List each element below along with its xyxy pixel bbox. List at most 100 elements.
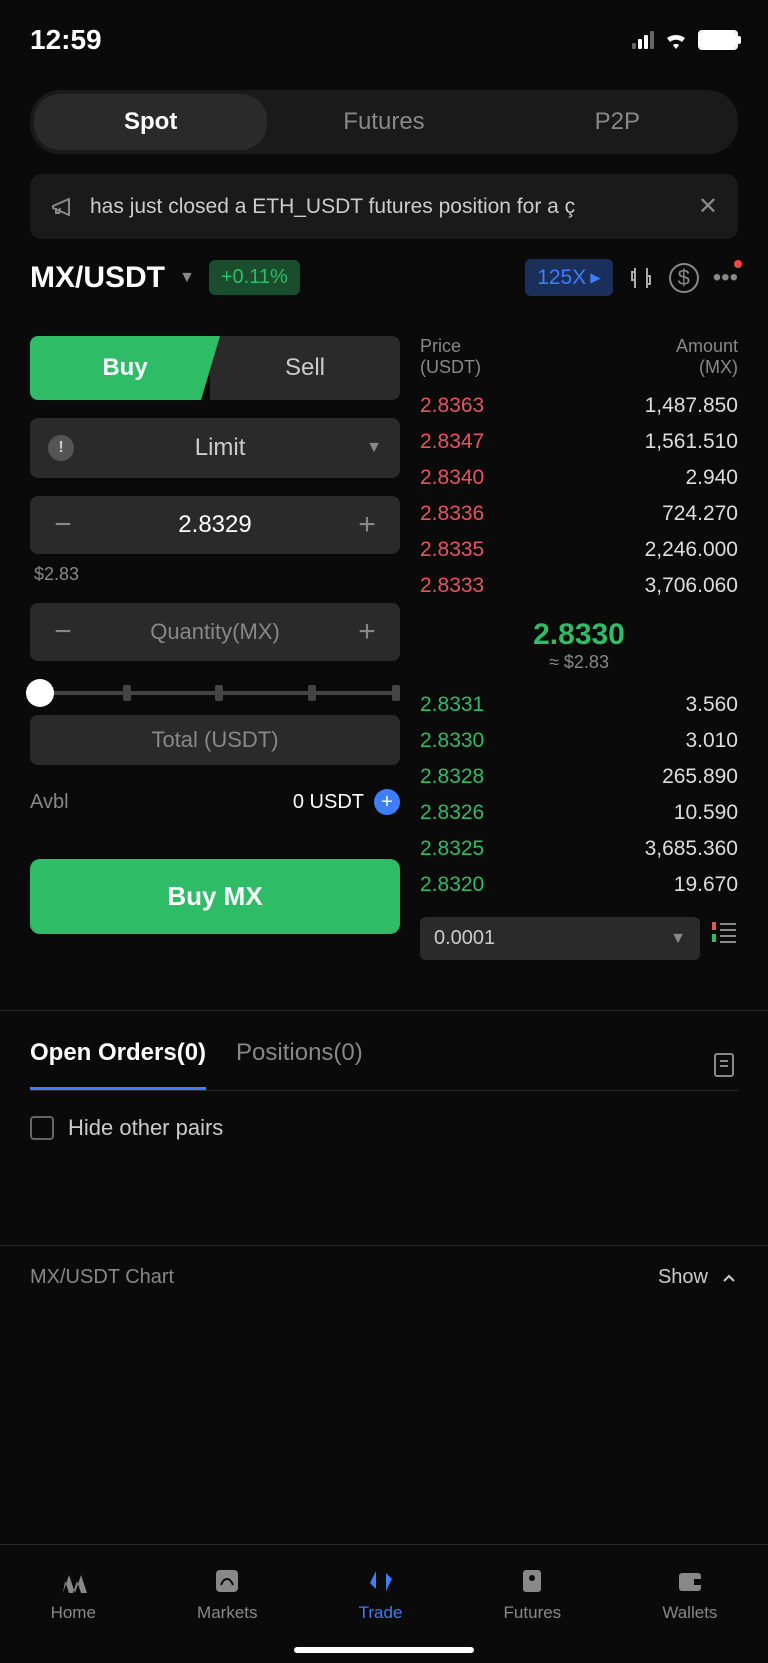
- bids-list: 2.83313.5602.83303.0102.8328265.8902.832…: [420, 687, 738, 903]
- show-label: Show: [658, 1266, 708, 1289]
- tab-open-orders[interactable]: Open Orders(0): [30, 1039, 206, 1090]
- orderbook-header: Price(USDT) Amount(MX): [420, 336, 738, 388]
- market-tabs: Spot Futures P2P: [30, 90, 738, 154]
- bid-amount: 3.560: [685, 693, 738, 717]
- bottom-nav: Home Markets Trade Futures Wallets: [0, 1544, 768, 1663]
- status-icons: [632, 30, 738, 50]
- bid-row[interactable]: 2.83303.010: [420, 723, 738, 759]
- amount-slider[interactable]: [30, 671, 400, 715]
- leverage-badge[interactable]: 125X▸: [525, 259, 613, 296]
- order-tabs: Open Orders(0) Positions(0): [30, 1011, 738, 1090]
- ask-amount: 1,561.510: [645, 430, 738, 454]
- ask-row[interactable]: 2.8340 2.940: [420, 460, 738, 496]
- slider-thumb[interactable]: [26, 679, 54, 707]
- chevron-down-icon: ▼: [366, 439, 382, 457]
- quantity-placeholder: Quantity(MX): [78, 619, 352, 645]
- ask-amount: 2,246.000: [645, 538, 738, 562]
- order-type-select[interactable]: ! Limit ▼: [30, 418, 400, 478]
- bid-row[interactable]: 2.83253,685.360: [420, 831, 738, 867]
- info-icon[interactable]: !: [48, 435, 74, 461]
- dollar-icon[interactable]: $: [669, 263, 699, 293]
- leverage-value: 125X: [537, 266, 586, 290]
- ask-price: 2.8347: [420, 430, 484, 454]
- order-form: Buy Sell ! Limit ▼ − 2.8329 + $2.83 − Qu…: [30, 336, 400, 960]
- ask-row[interactable]: 2.8336 724.270: [420, 496, 738, 532]
- minus-button[interactable]: −: [48, 615, 78, 649]
- ask-amount: 1,487.850: [645, 394, 738, 418]
- plus-button[interactable]: +: [352, 615, 382, 649]
- ask-price: 2.8333: [420, 574, 484, 598]
- hide-pairs-checkbox[interactable]: [30, 1116, 54, 1140]
- plus-button[interactable]: +: [352, 508, 382, 542]
- total-input[interactable]: Total (USDT): [30, 715, 400, 765]
- history-icon[interactable]: [710, 1051, 738, 1079]
- precision-value: 0.0001: [434, 927, 670, 950]
- tab-futures[interactable]: Futures: [267, 94, 500, 150]
- nav-markets[interactable]: Markets: [197, 1565, 257, 1623]
- buy-button[interactable]: Buy MX: [30, 859, 400, 934]
- close-icon[interactable]: ✕: [698, 192, 718, 221]
- bid-row[interactable]: 2.832610.590: [420, 795, 738, 831]
- quantity-input[interactable]: − Quantity(MX) +: [30, 603, 400, 661]
- ob-amount-header: Amount: [676, 336, 738, 357]
- tab-positions[interactable]: Positions(0): [236, 1039, 363, 1090]
- ask-amount: 724.270: [662, 502, 738, 526]
- hide-pairs-label: Hide other pairs: [68, 1115, 223, 1141]
- home-indicator[interactable]: [294, 1647, 474, 1653]
- bid-row[interactable]: 2.832019.670: [420, 867, 738, 903]
- bid-row[interactable]: 2.8328265.890: [420, 759, 738, 795]
- price-input[interactable]: − 2.8329 +: [30, 496, 400, 554]
- order-type-label: Limit: [74, 434, 366, 462]
- battery-icon: [698, 30, 738, 50]
- nav-trade-label: Trade: [359, 1603, 403, 1623]
- bid-amount: 19.670: [674, 873, 738, 897]
- ask-price: 2.8335: [420, 538, 484, 562]
- announcement-bar[interactable]: has just closed a ETH_USDT futures posit…: [30, 174, 738, 239]
- ask-row[interactable]: 2.8363 1,487.850: [420, 388, 738, 424]
- minus-button[interactable]: −: [48, 508, 78, 542]
- nav-wallets[interactable]: Wallets: [662, 1565, 717, 1623]
- add-funds-icon[interactable]: +: [374, 789, 400, 815]
- nav-trade[interactable]: Trade: [359, 1565, 403, 1623]
- precision-select[interactable]: 0.0001 ▼: [420, 917, 700, 960]
- ask-price: 2.8363: [420, 394, 484, 418]
- candlestick-icon[interactable]: [627, 264, 655, 292]
- bid-amount: 3,685.360: [645, 837, 738, 861]
- tab-p2p[interactable]: P2P: [501, 94, 734, 150]
- nav-futures[interactable]: Futures: [504, 1565, 562, 1623]
- nav-home[interactable]: Home: [51, 1565, 96, 1623]
- pair-name[interactable]: MX/USDT: [30, 261, 165, 295]
- ask-price: 2.8336: [420, 502, 484, 526]
- tab-spot[interactable]: Spot: [34, 94, 267, 150]
- current-price[interactable]: 2.8330 ≈ $2.83: [420, 604, 738, 687]
- more-icon[interactable]: •••: [713, 264, 738, 292]
- status-time: 12:59: [30, 24, 102, 56]
- bid-price: 2.8326: [420, 801, 484, 825]
- ask-row[interactable]: 2.8333 3,706.060: [420, 568, 738, 604]
- ask-price: 2.8340: [420, 466, 484, 490]
- change-badge: +0.11%: [209, 260, 300, 295]
- current-price-value: 2.8330: [420, 618, 738, 652]
- tab-buy[interactable]: Buy: [30, 336, 220, 400]
- bid-row[interactable]: 2.8331 3.560: [420, 687, 738, 723]
- orderbook: Price(USDT) Amount(MX) 2.83631,487.8502.…: [420, 336, 738, 960]
- signal-icon: [632, 31, 654, 49]
- ob-price-header: Price: [420, 336, 481, 357]
- chevron-down-icon[interactable]: ▼: [179, 269, 195, 287]
- wifi-icon: [664, 31, 688, 49]
- price-value[interactable]: 2.8329: [78, 511, 352, 539]
- current-price-usd: ≈ $2.83: [420, 652, 738, 673]
- nav-wallets-label: Wallets: [662, 1603, 717, 1623]
- megaphone-icon: [50, 195, 74, 219]
- ask-row[interactable]: 2.8347 1,561.510: [420, 424, 738, 460]
- tab-sell[interactable]: Sell: [210, 336, 400, 400]
- nav-home-label: Home: [51, 1603, 96, 1623]
- ask-row[interactable]: 2.8335 2,246.000: [420, 532, 738, 568]
- ask-amount: 3,706.060: [645, 574, 738, 598]
- chart-toggle[interactable]: MX/USDT Chart Show: [0, 1245, 768, 1309]
- bid-price: 2.8331: [420, 693, 484, 717]
- depth-icon[interactable]: [710, 918, 738, 946]
- wallets-icon: [676, 1565, 704, 1597]
- ask-amount: 2.940: [685, 466, 738, 490]
- announcement-text: has just closed a ETH_USDT futures posit…: [90, 195, 682, 219]
